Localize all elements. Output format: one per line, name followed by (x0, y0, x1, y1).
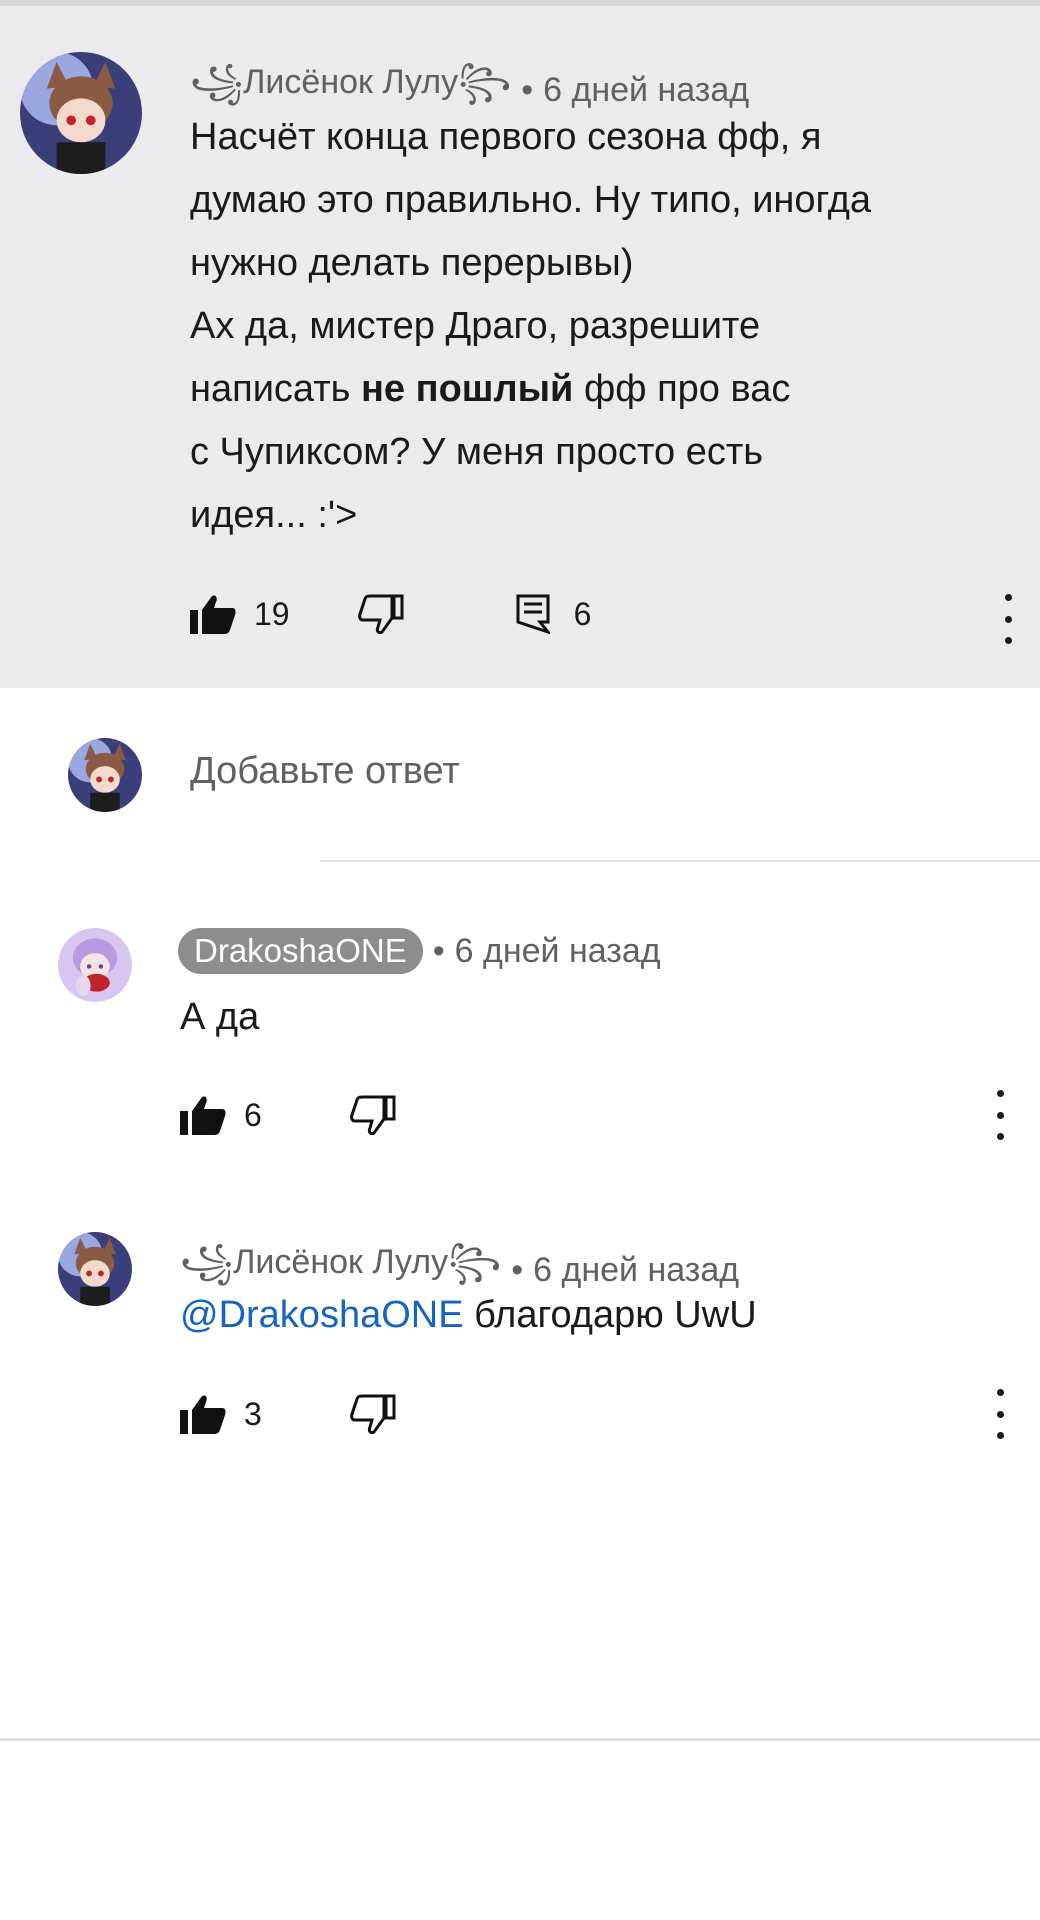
fox-avatar-image (68, 738, 142, 812)
thumb-up-icon[interactable] (180, 1095, 226, 1135)
drakosha-avatar-image (58, 928, 132, 1002)
comment-line: идея... :'> (190, 494, 358, 536)
comment-line: А да (180, 996, 260, 1038)
comment-line: Насчёт конца первого сезона фф, я (190, 116, 822, 158)
comment-actions: 3 (180, 1384, 396, 1444)
comment-time: 6 дней назад (454, 931, 661, 970)
author-chip[interactable]: DrakoshaONE (178, 928, 423, 974)
comment-time: 6 дней назад (543, 71, 750, 109)
add-reply-row: Добавьте ответ (0, 720, 1040, 830)
more-vert-icon[interactable] (998, 594, 1018, 644)
thumb-up-icon[interactable] (180, 1394, 226, 1434)
thumb-down-icon[interactable] (349, 1394, 396, 1434)
comment-line: написать не пошлый фф про вас (190, 358, 871, 421)
fox-avatar-image (20, 52, 142, 174)
thumb-down-icon[interactable] (349, 1095, 396, 1135)
reply-count: 6 (573, 595, 592, 632)
comment-text: Насчёт конца первого сезона фф, я думаю … (190, 106, 871, 547)
like-count: 6 (244, 1096, 262, 1133)
avatar[interactable] (58, 928, 132, 1002)
comment-text: А да (180, 986, 259, 1049)
reply-icon[interactable] (516, 594, 550, 634)
mention-link[interactable]: @DrakoshaONE (180, 1294, 464, 1336)
like-count: 19 (254, 595, 290, 632)
avatar[interactable] (20, 52, 142, 174)
meta-separator: • (432, 931, 445, 970)
more-vert-icon[interactable] (990, 1389, 1010, 1439)
comment-line: Ах да, мистер Драго, разрешите (190, 305, 761, 347)
comment-actions: 6 (180, 1085, 396, 1145)
reply-input[interactable]: Добавьте ответ (190, 750, 460, 793)
comment-text: @DrakoshaONE благодарю UwU (180, 1284, 757, 1347)
avatar (68, 738, 142, 812)
comment-actions: 19 6 (190, 584, 591, 644)
text-segment: написать (190, 368, 361, 410)
reply-divider (320, 860, 1040, 862)
parent-comment: ꧁Лисёнок Лулу꧂ • 6 дней назад Насчёт кон… (0, 6, 1040, 688)
comment-line: думаю это правильно. Ну типо, иногда (190, 179, 872, 221)
comment-line: с Чупиксом? У меня просто есть (190, 431, 764, 473)
avatar[interactable] (58, 1232, 132, 1306)
meta-separator: • (521, 71, 534, 109)
comment-line: @DrakoshaONE благодарю UwU (180, 1284, 757, 1347)
bottom-divider (0, 1738, 1040, 1741)
text-segment: фф про вас (573, 368, 791, 410)
thumb-down-icon[interactable] (357, 594, 404, 634)
more-vert-icon[interactable] (990, 1090, 1010, 1140)
text-segment: благодарю UwU (463, 1294, 757, 1336)
bold-text: не пошлый (360, 368, 574, 410)
fox-avatar-image (58, 1232, 132, 1306)
comment-meta: DrakoshaONE • 6 дней назад (178, 928, 661, 974)
comment-line: нужно делать перерывы) (190, 242, 634, 284)
like-count: 3 (244, 1395, 262, 1432)
thumb-up-icon[interactable] (190, 594, 236, 634)
